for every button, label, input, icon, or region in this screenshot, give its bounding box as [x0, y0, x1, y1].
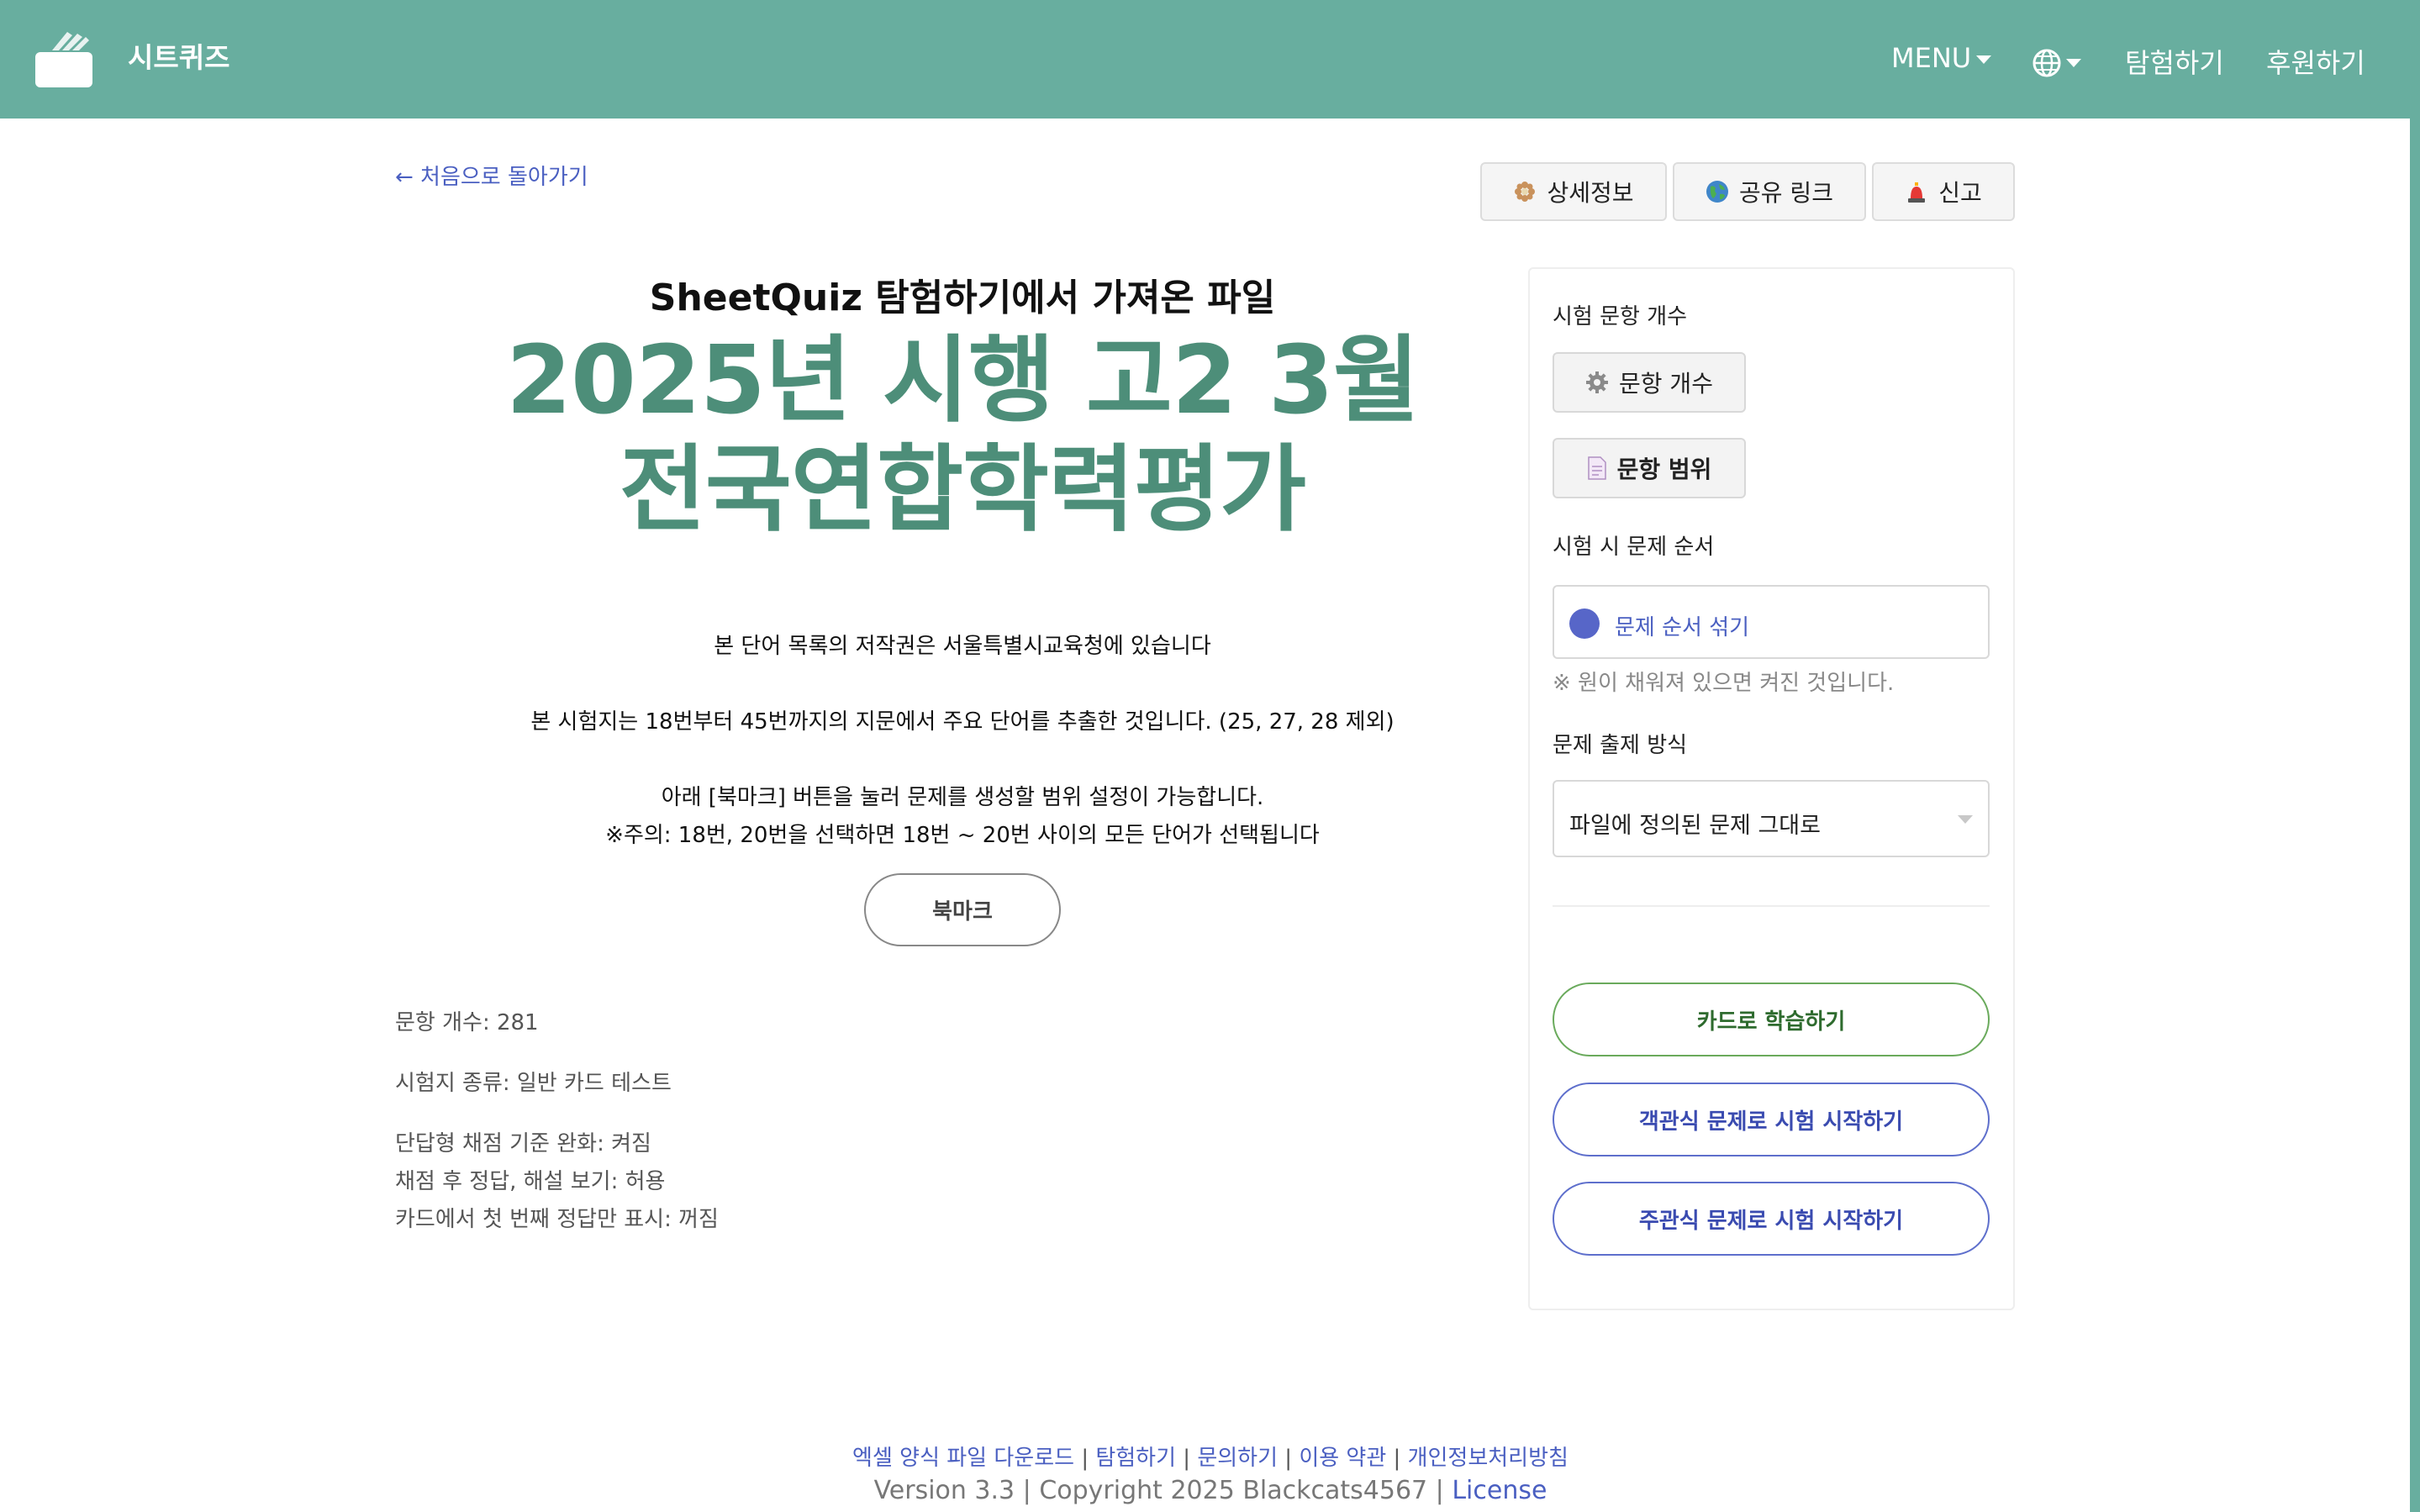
- copyright-text: Version 3.3 | Copyright 2025 Blackcats45…: [873, 1476, 1444, 1505]
- bookmark-warning: ※주의: 18번, 20번을 선택하면 18번 ~ 20번 사이의 모든 단어가…: [605, 823, 1320, 848]
- nav-explore[interactable]: 탐험하기: [2125, 42, 2224, 81]
- flower-icon: [1515, 182, 1536, 202]
- title-line-2: 전국연합학력평가: [619, 435, 1306, 545]
- start-multiple-choice-button[interactable]: 객관식 문제로 시험 시작하기: [1553, 1083, 1990, 1156]
- share-label: 공유 링크: [1739, 179, 1833, 207]
- radio-indicator-icon: [1569, 608, 1600, 639]
- shuffle-toggle[interactable]: 문제 순서 섞기: [1553, 585, 1990, 659]
- info-show-answer: 채점 후 정답, 해설 보기: 허용: [395, 1169, 666, 1194]
- chevron-down-icon: [1976, 55, 1992, 64]
- footer-privacy-link[interactable]: 개인정보처리방침: [1408, 1446, 1569, 1471]
- menu-label: MENU: [1891, 42, 1972, 74]
- question-order-label: 시험 시 문제 순서: [1553, 535, 1715, 560]
- footer-separator: |: [1393, 1446, 1401, 1471]
- page-title: 2025년 시행 고2 3월 전국연합학력평가: [504, 326, 1421, 545]
- chevron-down-icon: [2066, 59, 2081, 67]
- question-count-button[interactable]: 문항 개수: [1553, 352, 1746, 413]
- study-with-cards-button[interactable]: 카드로 학습하기: [1553, 983, 1990, 1056]
- question-range-button[interactable]: 문항 범위: [1553, 438, 1746, 498]
- globe-icon: [1706, 181, 1729, 203]
- detail-button[interactable]: 상세정보: [1480, 162, 1667, 221]
- question-mode-label: 문제 출제 방식: [1553, 733, 1688, 758]
- clapperboard-icon[interactable]: [34, 29, 94, 89]
- footer-separator: |: [1183, 1446, 1191, 1471]
- question-mode-select[interactable]: 파일에 정의된 문제 그대로: [1553, 780, 1990, 857]
- share-link-button[interactable]: 공유 링크: [1673, 162, 1866, 221]
- menu-dropdown[interactable]: MENU: [1891, 42, 1992, 74]
- page-subtitle: SheetQuiz 탐험하기에서 가져온 파일: [649, 277, 1276, 319]
- copyright-notice: 본 단어 목록의 저작권은 서울특별시교육청에 있습니다: [714, 634, 1211, 659]
- info-first-answer-only: 카드에서 첫 번째 정답만 표시: 꺼짐: [395, 1207, 719, 1232]
- info-test-type: 시험지 종류: 일반 카드 테스트: [395, 1071, 672, 1096]
- brand-name[interactable]: 시트퀴즈: [128, 35, 229, 76]
- footer-links: 엑셀 양식 파일 다운로드 | 탐험하기 | 문의하기 | 이용 약관 | 개인…: [757, 1441, 1664, 1472]
- start-short-answer-button[interactable]: 주관식 문제로 시험 시작하기: [1553, 1182, 1990, 1256]
- question-count-button-label: 문항 개수: [1619, 370, 1713, 398]
- license-link[interactable]: License: [1452, 1476, 1547, 1505]
- gear-icon: [1586, 371, 1609, 393]
- question-mode-value: 파일에 정의된 문제 그대로: [1569, 813, 1821, 839]
- footer-terms-link[interactable]: 이용 약관: [1299, 1446, 1386, 1471]
- footer-separator: |: [1284, 1446, 1293, 1471]
- page-edge-stripe: [2410, 119, 2420, 1512]
- panel-divider: [1553, 905, 1990, 907]
- bookmark-instruction: 아래 [북마크] 버튼을 눌러 문제를 생성할 범위 설정이 가능합니다.: [661, 785, 1264, 810]
- question-count-label: 시험 문항 개수: [1553, 304, 1688, 329]
- title-line-1: 2025년 시행 고2 3월: [506, 326, 1420, 435]
- info-question-count: 문항 개수: 281: [395, 1010, 539, 1035]
- toggle-hint: ※ 원이 채워져 있으면 켜진 것입니다.: [1553, 671, 1895, 696]
- report-label: 신고: [1938, 179, 1982, 207]
- footer-separator: |: [1081, 1446, 1089, 1471]
- report-button[interactable]: 신고: [1872, 162, 2015, 221]
- chevron-down-icon: [1958, 815, 1973, 824]
- footer-contact-link[interactable]: 문의하기: [1197, 1446, 1278, 1471]
- globe-icon: [2032, 49, 2061, 77]
- back-to-home-link[interactable]: ← 처음으로 돌아가기: [395, 160, 588, 191]
- footer-explore-link[interactable]: 탐험하기: [1095, 1446, 1176, 1471]
- info-relaxed-grading: 단답형 채점 기준 완화: 켜짐: [395, 1131, 651, 1156]
- footer-copyright: Version 3.3 | Copyright 2025 Blackcats45…: [757, 1476, 1664, 1505]
- scope-description: 본 시험지는 18번부터 45번까지의 지문에서 주요 단어를 추출한 것입니다…: [530, 709, 1395, 735]
- nav-donate[interactable]: 후원하기: [2266, 42, 2365, 81]
- bookmark-button[interactable]: 북마크: [864, 873, 1061, 946]
- footer-excel-download-link[interactable]: 엑셀 양식 파일 다운로드: [852, 1446, 1074, 1471]
- top-navbar: 시트퀴즈 MENU 탐험하기 후원하기: [0, 0, 2420, 119]
- question-range-button-label: 문항 범위: [1616, 456, 1712, 483]
- language-dropdown[interactable]: [2032, 45, 2081, 77]
- shuffle-label: 문제 순서 섞기: [1615, 615, 1750, 640]
- document-icon: [1587, 456, 1606, 480]
- detail-label: 상세정보: [1547, 179, 1634, 207]
- siren-icon: [1908, 182, 1926, 203]
